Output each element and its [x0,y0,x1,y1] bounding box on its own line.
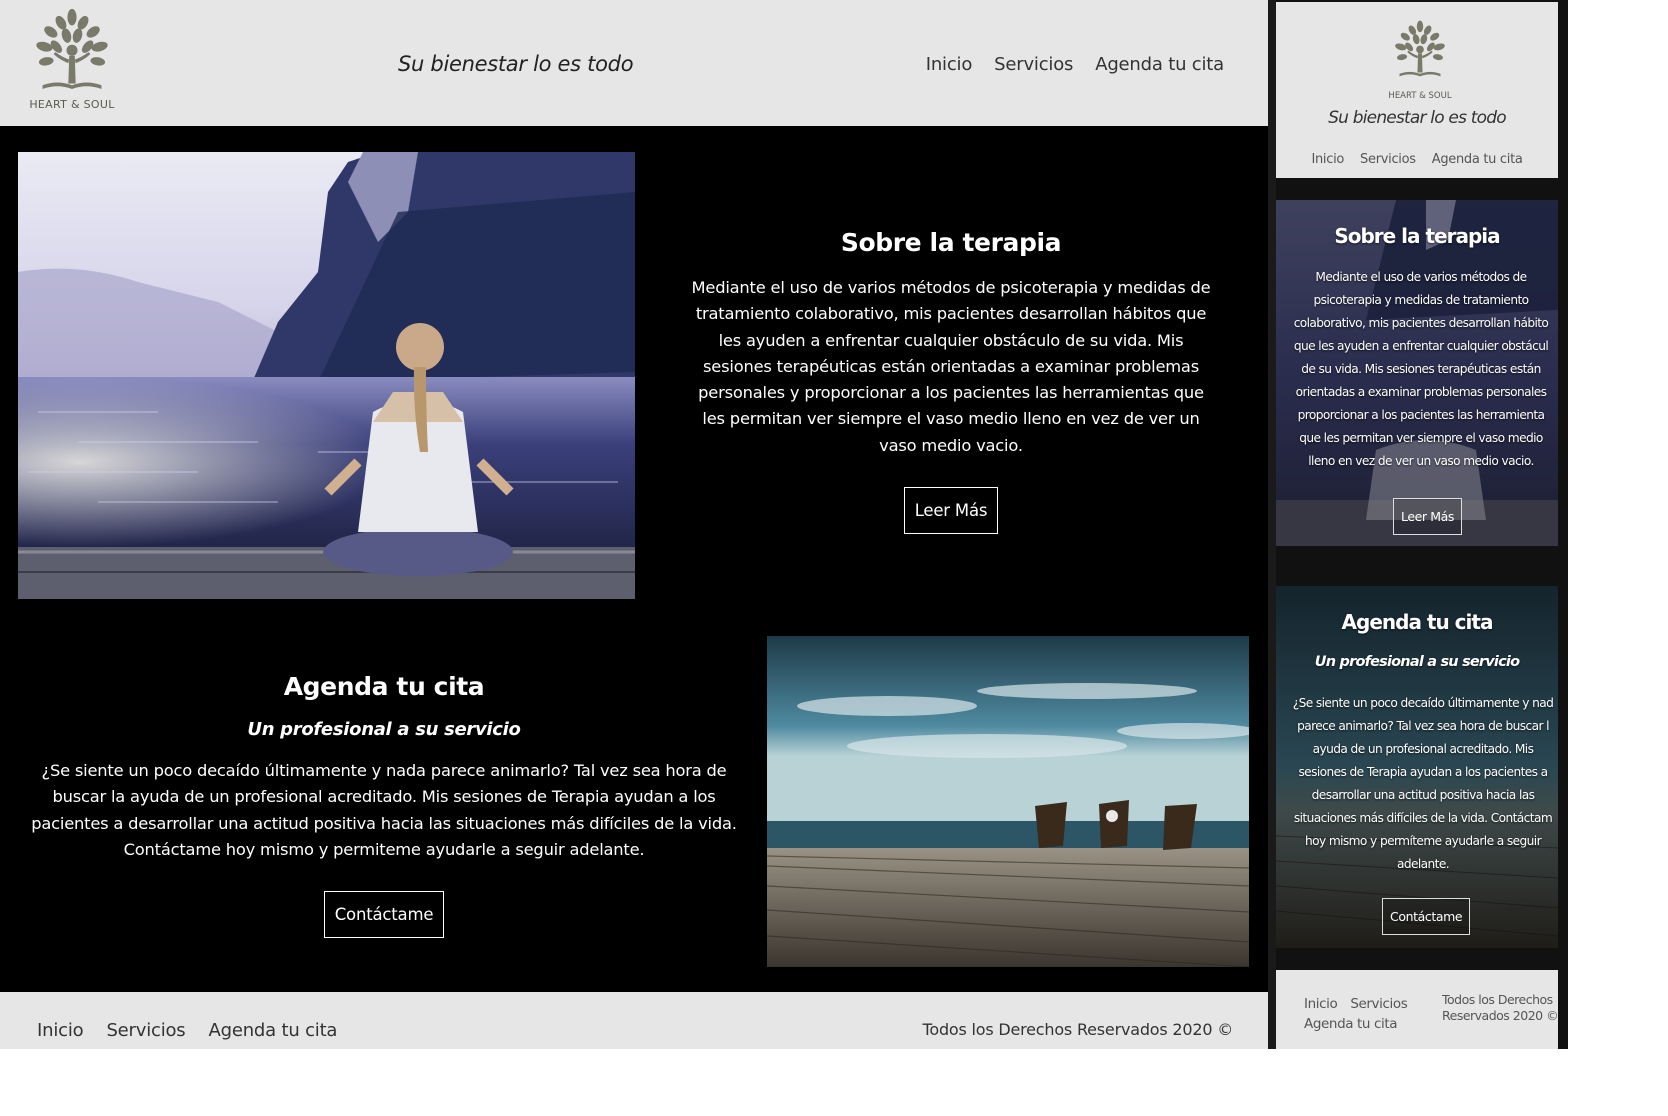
footer-link-servicios[interactable]: Servicios [106,1020,185,1041]
mobile-viewport: HEART & SOUL Su bienestar lo es todo Ini… [1268,0,1568,1049]
mobile-contact-button[interactable]: Contáctame [1382,898,1471,935]
site-footer: Inicio Servicios Agenda tu cita Todos lo… [0,992,1268,1049]
site-header: HEART & SOUL Su bienestar lo es todo Ini… [0,0,1268,126]
mobile-copyright-line: Todos los Derechos [1442,992,1553,1007]
mobile-footer-nav: Inicio Servicios Agenda tu cita [1304,994,1414,1034]
copyright: Todos los Derechos Reservados 2020 © [922,1020,1234,1039]
mobile-copyright-line: Reservados 2020 © [1442,1008,1559,1023]
logo-text: HEART & SOUL [29,98,115,111]
tagline: Su bienestar lo es todo [398,52,634,76]
mobile-therapy-title: Sobre la terapia [1334,224,1500,248]
appointment-section: Agenda tu cita Un profesional a su servi… [18,672,750,939]
mobile-therapy-content: Sobre la terapia Mediante el uso de vari… [1276,200,1558,546]
mobile-therapy-line: que les ayuden a enfrentar cualquier obs… [1293,339,1549,353]
mobile-therapy-line: de su vida. Mis sesiones terapéuticas es… [1301,362,1541,376]
nav-link-inicio[interactable]: Inicio [926,54,973,75]
mobile-therapy-section: Sobre la terapia Mediante el uso de vari… [1276,200,1558,546]
mobile-appointment-line: adelante. [1396,857,1450,871]
tree-logo-icon [1388,10,1452,94]
nav-link-agenda[interactable]: Agenda tu cita [1095,54,1224,75]
mobile-appointment-content: Agenda tu cita Un profesional a su servi… [1276,586,1558,948]
mobile-therapy-body: Mediante el uso de varios métodos de psi… [1280,266,1558,473]
deck-chairs-image [767,636,1249,967]
therapy-body: Mediante el uso de varios métodos de psi… [691,278,1211,455]
mobile-appointment-line: parece animarlo? Tal vez sea hora de bus… [1297,719,1549,733]
appointment-title: Agenda tu cita [283,672,485,701]
footer-link-agenda[interactable]: Agenda tu cita [208,1020,337,1041]
mobile-logo-text: HEART & SOUL [1388,91,1452,101]
mobile-header: HEART & SOUL Su bienestar lo es todo Ini… [1276,2,1558,178]
mobile-footer-link-inicio[interactable]: Inicio [1304,996,1338,1012]
mobile-appointment-line: situaciones más difíciles de la vida. Co… [1293,811,1553,825]
mobile-nav-link-inicio[interactable]: Inicio [1311,152,1344,167]
mobile-logo[interactable]: HEART & SOUL [1388,10,1452,101]
mobile-read-more-button[interactable]: Leer Más [1393,498,1462,535]
mobile-therapy-line: Mediante el uso de varios métodos de [1315,270,1527,284]
tree-logo-icon [24,8,120,100]
mobile-therapy-line: colaborativo, mis pacientes desarrollan … [1293,316,1549,330]
main-nav: Inicio Servicios Agenda tu cita [926,54,1224,75]
appointment-body: ¿Se siente un poco decaído últimamente y… [31,761,737,859]
therapy-section: Sobre la terapia Mediante el uso de vari… [690,228,1212,535]
meditation-image [18,152,635,599]
read-more-button[interactable]: Leer Más [903,487,999,535]
mobile-therapy-line: que les permitan ver siempre el vaso med… [1299,431,1543,445]
footer-link-inicio[interactable]: Inicio [37,1020,84,1041]
mobile-footer: Inicio Servicios Agenda tu cita Todos los… [1276,970,1559,1049]
mobile-therapy-line: orientadas a examinar problemas personal… [1295,385,1547,399]
mobile-tagline: Su bienestar lo es todo [1328,108,1506,128]
footer-nav: Inicio Servicios Agenda tu cita [37,1020,337,1041]
mobile-nav-link-agenda[interactable]: Agenda tu cita [1432,152,1523,167]
mobile-therapy-line: lleno en vez de ver un vaso medio vacio. [1308,454,1534,468]
mobile-appointment-body: ¿Se siente un poco decaído últimamente y… [1282,692,1558,876]
mobile-footer-link-servicios[interactable]: Servicios [1350,996,1407,1012]
mobile-therapy-line: psicoterapia y medidas de tratamiento [1313,293,1530,307]
mobile-appointment-line: ayuda de un profesional acreditado. Mis [1312,742,1534,756]
contact-button[interactable]: Contáctame [323,891,445,939]
mobile-nav-link-servicios[interactable]: Servicios [1360,152,1416,167]
divider [1268,0,1276,1049]
mobile-copyright: Todos los Derechos Reservados 2020 © [1442,992,1562,1024]
appointment-subtitle: Un profesional a su servicio [247,719,521,740]
mobile-appointment-line: sesiones de Terapia ayudan a los pacient… [1298,765,1548,779]
mobile-footer-link-agenda[interactable]: Agenda tu cita [1304,1016,1397,1032]
desktop-viewport: HEART & SOUL Su bienestar lo es todo Ini… [0,0,1268,1049]
mobile-therapy-line: proporcionar a los pacientes las herrami… [1297,408,1545,422]
mobile-appointment-line: desarrollar una actitud positiva hacia l… [1311,788,1535,802]
mobile-nav: Inicio Servicios Agenda tu cita [1276,152,1558,167]
nav-link-servicios[interactable]: Servicios [994,54,1073,75]
mobile-appointment-section: Agenda tu cita Un profesional a su servi… [1276,586,1558,948]
logo[interactable]: HEART & SOUL [24,8,120,111]
mobile-appointment-subtitle: Un profesional a su servicio [1314,654,1520,670]
mobile-appointment-line: ¿Se siente un poco decaído últimamente y… [1292,696,1554,710]
mobile-appointment-title: Agenda tu cita [1341,610,1494,634]
therapy-title: Sobre la terapia [840,228,1062,257]
mobile-appointment-line: hoy mismo y permíteme ayudarle a seguir [1304,834,1542,848]
